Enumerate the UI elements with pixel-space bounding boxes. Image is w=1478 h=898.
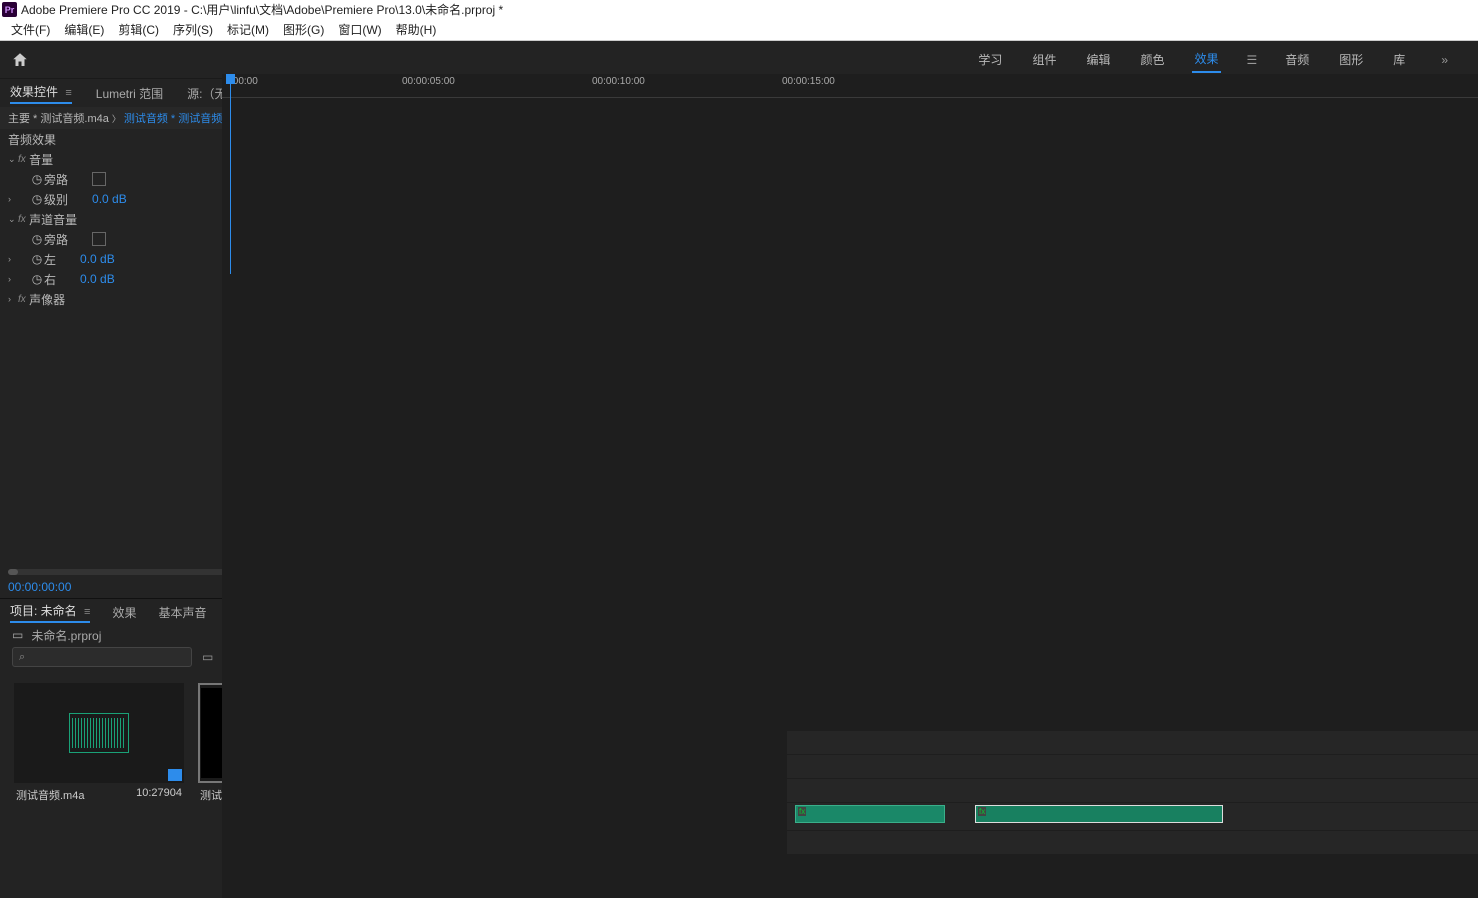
workspace-effects[interactable]: 效果 [1192,46,1220,73]
ruler-mark: 00:00:05:00 [402,76,455,87]
menu-graphics[interactable]: 图形(G) [276,19,331,40]
workspace-graphics[interactable]: 图形 [1337,47,1365,72]
expand-icon[interactable]: › [8,194,18,204]
workspace-overflow[interactable]: » [1441,53,1448,67]
expand-icon[interactable]: › [8,254,18,264]
menu-edit[interactable]: 编辑(E) [57,19,111,40]
home-icon [11,51,29,69]
workspace-editing[interactable]: 编辑 [1084,47,1112,72]
tab-essential-sound[interactable]: 基本声音 [156,600,208,625]
fx-badge: fx [798,807,806,816]
search-input[interactable]: ⌕ [12,647,192,667]
workspace-libraries[interactable]: 库 [1391,47,1407,72]
item-duration: 10:27904 [136,787,182,803]
fx-badge[interactable]: fx [18,214,26,225]
section-audio-effects: 音频效果 [8,131,56,148]
timeline-panel: × 测试音频 ≡ 00:00:00:00 ❄ ∩ ▮▮ ◆ 🔧 :00:00 0… [565,599,1478,898]
project-filename[interactable]: 未命名.prproj [31,627,101,644]
left-value[interactable]: 0.0 dB [80,252,115,266]
menu-file[interactable]: 文件(F) [4,19,57,40]
menu-sequence[interactable]: 序列(S) [166,19,220,40]
tab-effect-controls[interactable]: 效果控件 ≡ [8,79,74,108]
menu-markers[interactable]: 标记(M) [220,19,276,40]
menubar: 文件(F) 编辑(E) 剪辑(C) 序列(S) 标记(M) 图形(G) 窗口(W… [0,19,1478,41]
window-title: Adobe Premiere Pro CC 2019 - C:\用户\linfu… [21,1,503,18]
track-content[interactable] [787,779,1478,802]
stopwatch-icon[interactable]: ◷ [30,192,44,206]
menu-help[interactable]: 帮助(H) [389,19,444,40]
app-logo: Pr [2,2,17,17]
fx-badge[interactable]: fx [18,154,26,165]
menu-clip[interactable]: 剪辑(C) [111,19,166,40]
expand-icon[interactable]: ⌄ [8,154,18,165]
home-button[interactable] [0,41,40,78]
track-content[interactable] [787,831,1478,854]
tab-project[interactable]: 项目: 未命名 ≡ [8,598,92,627]
fx-badge[interactable]: fx [18,294,26,305]
ruler-mark: 00:00:10:00 [592,76,645,87]
bypass-checkbox[interactable] [92,172,106,186]
fx-badge: fx [978,807,986,816]
project-item-audio[interactable]: 测试音频.m4a 10:27904 [14,683,184,807]
track-content[interactable]: fx fx [787,803,1478,830]
stopwatch-icon[interactable]: ◷ [30,272,44,286]
menu-window[interactable]: 窗口(W) [331,19,388,40]
right-value[interactable]: 0.0 dB [80,272,115,286]
bin-icon[interactable]: ▭ [12,628,23,642]
audio-badge-icon [168,769,182,781]
audio-clip[interactable]: fx [795,805,945,823]
level-value[interactable]: 0.0 dB [92,192,127,206]
titlebar: Pr Adobe Premiere Pro CC 2019 - C:\用户\li… [0,0,1478,19]
workspace-assembly[interactable]: 组件 [1030,47,1058,72]
scroll-handle[interactable] [8,569,18,575]
expand-icon[interactable]: › [8,274,18,284]
workspace-audio[interactable]: 音频 [1283,47,1311,72]
stopwatch-icon[interactable]: ◷ [30,172,44,186]
expand-icon[interactable]: ⌄ [8,214,18,225]
workspace-color[interactable]: 颜色 [1138,47,1166,72]
expand-icon[interactable]: › [8,294,18,304]
ec-timecode[interactable]: 00:00:00:00 [8,580,71,594]
stopwatch-icon[interactable]: ◷ [30,252,44,266]
chevron-icon: 〉 [112,112,121,125]
track-content[interactable] [787,731,1478,754]
panel-menu-icon[interactable]: ≡ [65,87,71,99]
tab-effects-panel[interactable]: 效果 [110,600,138,625]
timeline-playhead[interactable] [230,74,231,274]
ruler-mark: 00:00:15:00 [782,76,835,87]
bypass-checkbox[interactable] [92,232,106,246]
panel-menu-icon[interactable]: ≡ [84,606,90,618]
search-icon: ⌕ [19,651,25,664]
new-bin-icon[interactable]: ▭ [202,650,213,664]
track-content[interactable] [787,755,1478,778]
workspace-menu-icon[interactable]: ☰ [1247,53,1258,67]
item-name: 测试音频.m4a [16,787,84,803]
audio-clip-selected[interactable]: fx [975,805,1223,823]
master-clip-label[interactable]: 主要 * 测试音频.m4a [8,110,109,126]
waveform-thumb [69,713,129,753]
timeline-ruler[interactable]: :00:00 00:00:05:00 00:00:10:00 00:00:15:… [222,74,1478,98]
stopwatch-icon[interactable]: ◷ [30,232,44,246]
workspace-learning[interactable]: 学习 [976,47,1004,72]
tab-lumetri-scopes[interactable]: Lumetri 范围 [94,81,165,106]
